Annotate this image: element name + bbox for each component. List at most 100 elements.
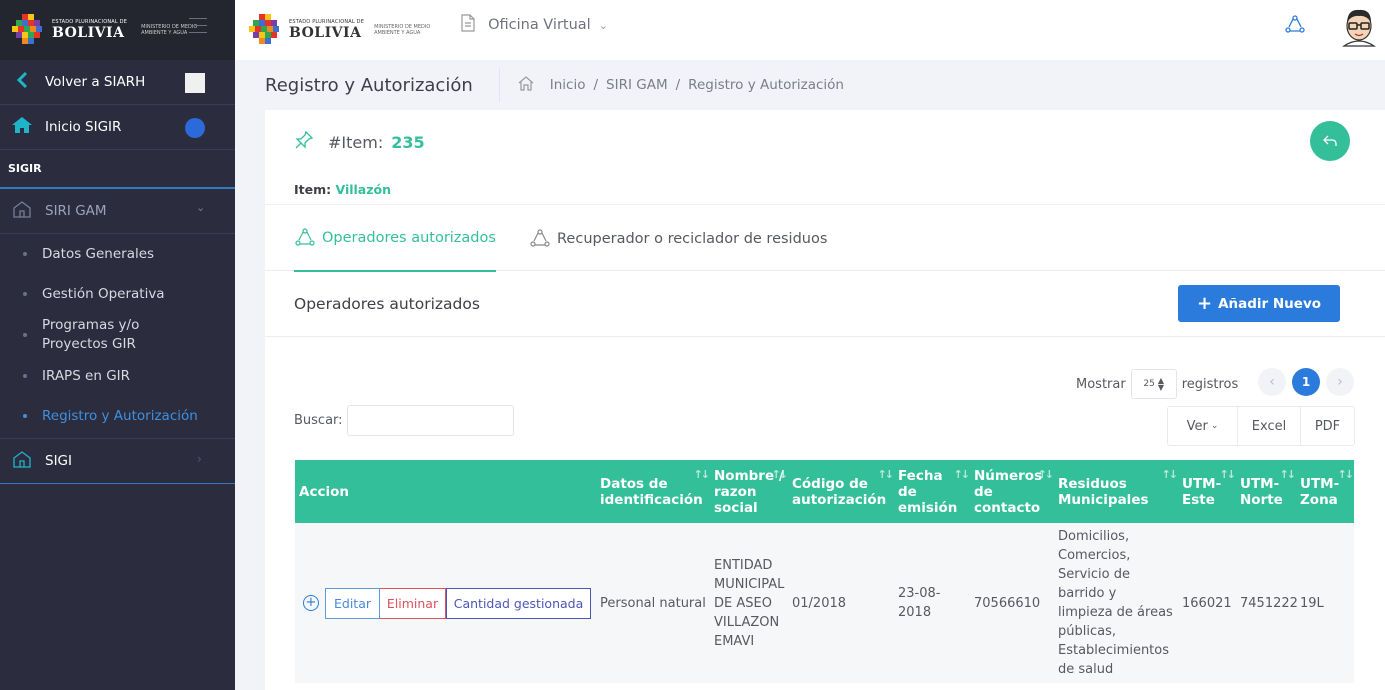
- ver-label: Ver: [1186, 418, 1208, 434]
- page-size-select[interactable]: 25 ▲ ▼: [1130, 369, 1177, 399]
- cell-utm-zona: 19L: [1300, 595, 1324, 611]
- sort-icon: ↑↓: [1219, 468, 1237, 481]
- sort-icon: ↑↓: [953, 468, 971, 481]
- col-header-accion[interactable]: Accion: [295, 460, 596, 523]
- col-header-datos[interactable]: Datos de identificación ↑↓: [596, 460, 710, 523]
- search-input[interactable]: [346, 405, 514, 436]
- column-visibility-button[interactable]: Ver ⌄: [1168, 407, 1238, 445]
- home-outline-icon: [8, 200, 36, 223]
- sidebar-header: ESTADO PLURINACIONAL DE BOLIVIA MINISTER…: [0, 0, 235, 60]
- breadcrumb-separator: /: [675, 77, 681, 93]
- logo-ministry-text: MINISTERIO DE MEDIO AMBIENTE Y AGUA: [374, 24, 431, 36]
- subheader: Registro y Autorización Inicio / SIRI GA…: [235, 60, 1385, 110]
- tab-recuperador[interactable]: Recuperador o reciclador de residuos: [529, 205, 827, 272]
- expand-row-icon[interactable]: +: [303, 595, 319, 611]
- sidebar-item-registro[interactable]: Registro y Autorización: [0, 396, 235, 436]
- blue-dot-badge: [185, 118, 205, 138]
- cell-fecha: 23-08-2018: [898, 586, 941, 620]
- cell-utm-este: 166021: [1182, 595, 1232, 611]
- edit-button[interactable]: Editar: [325, 587, 380, 619]
- back-button[interactable]: [1310, 121, 1350, 161]
- sidebar-item-inicio[interactable]: Inicio SIGIR: [0, 105, 235, 150]
- prev-page-button[interactable]: ‹: [1258, 368, 1286, 396]
- tab-label: Operadores autorizados: [322, 229, 496, 246]
- sort-caret-icon: ▲ ▼: [1157, 376, 1164, 392]
- quantity-button[interactable]: Cantidad gestionada: [446, 587, 591, 619]
- bolivia-emblem-icon: [249, 14, 279, 44]
- breadcrumb-siri-gam[interactable]: SIRI GAM: [606, 77, 668, 93]
- breadcrumb: Inicio / SIRI GAM / Registro y Autorizac…: [518, 75, 844, 95]
- chevron-down-icon: ⌄: [598, 18, 608, 32]
- excel-button[interactable]: Excel: [1238, 407, 1301, 445]
- section-title: Operadores autorizados: [294, 295, 480, 313]
- tab-operadores[interactable]: Operadores autorizados: [294, 205, 496, 272]
- breadcrumb-separator: /: [593, 77, 599, 93]
- sidebar-item-gestion-operativa[interactable]: Gestión Operativa: [0, 274, 235, 314]
- col-header-codigo[interactable]: Código de autorización ↑↓: [788, 460, 894, 523]
- sort-icon: ↑↓: [1337, 468, 1355, 481]
- pdf-button[interactable]: PDF: [1301, 407, 1354, 445]
- sidebar-item-iraps[interactable]: IRAPS en GIR: [0, 356, 235, 396]
- item-number: 235: [391, 132, 425, 152]
- sidebar-submenu: Datos Generales Gestión Operativa Progra…: [0, 234, 235, 439]
- breadcrumb-inicio[interactable]: Inicio: [550, 77, 586, 93]
- table-row: + Editar Eliminar Cantidad gestionada Pe…: [295, 523, 1354, 683]
- page-size-value: 25: [1143, 379, 1155, 389]
- page-title: Registro y Autorización: [265, 74, 473, 96]
- sidebar-group-sigi[interactable]: SIGI ›: [0, 439, 235, 484]
- tab-label: Recuperador o reciclador de residuos: [557, 230, 828, 247]
- home-icon: [8, 116, 36, 139]
- cell-codigo: 01/2018: [792, 595, 847, 611]
- bullet-icon: [23, 292, 27, 296]
- oficina-virtual-menu[interactable]: Oficina Virtual ⌄: [460, 14, 608, 36]
- current-page-button[interactable]: 1: [1292, 368, 1320, 396]
- sidebar-item-datos-generales[interactable]: Datos Generales: [0, 234, 235, 274]
- plus-icon: +: [1196, 292, 1213, 314]
- topbar: ESTADO PLURINACIONAL DE BOLIVIA MINISTER…: [235, 0, 1385, 60]
- search-label: Buscar:: [294, 413, 343, 428]
- add-new-button[interactable]: + Añadir Nuevo: [1178, 285, 1340, 322]
- sidebar-logo[interactable]: ESTADO PLURINACIONAL DE BOLIVIA MINISTER…: [10, 12, 216, 48]
- sort-icon: ↑↓: [693, 468, 711, 481]
- col-header-nombre[interactable]: Nombre / razon social ↑↓: [710, 460, 788, 523]
- cell-nombre: ENTIDAD MUNICIPAL DE ASEO VILLAZON EMAVI: [714, 557, 785, 649]
- delete-button[interactable]: Eliminar: [380, 587, 446, 619]
- item-hash-label: #Item:: [328, 132, 384, 152]
- sidebar-item-volver[interactable]: Volver a SIARH: [0, 60, 235, 105]
- user-avatar[interactable]: [1340, 6, 1378, 52]
- home-icon[interactable]: [518, 75, 534, 95]
- col-header-utm-zona[interactable]: UTM-Zona ↑↓: [1296, 460, 1354, 523]
- records-label: registros: [1181, 376, 1239, 392]
- sidebar-item-label: IRAPS en GIR: [42, 368, 131, 384]
- chevron-down-icon: ⌄: [1210, 421, 1219, 431]
- sort-icon: ↑↓: [1279, 468, 1297, 481]
- cell-residuos: Domicilios, Comercios, Servicio de barri…: [1058, 529, 1173, 677]
- chevron-down-icon: ⌄: [196, 201, 206, 214]
- recycle-icon: [530, 228, 550, 247]
- bullet-icon: [23, 252, 27, 256]
- sort-icon: ↑↓: [1161, 468, 1179, 481]
- topbar-logo[interactable]: ESTADO PLURINACIONAL DE BOLIVIA MINISTER…: [247, 12, 440, 48]
- recycle-icon[interactable]: [1284, 14, 1306, 40]
- next-page-button[interactable]: ›: [1326, 368, 1354, 396]
- col-header-utm-este[interactable]: UTM-Este ↑↓: [1178, 460, 1236, 523]
- white-square-icon: [185, 73, 205, 93]
- col-header-utm-norte[interactable]: UTM-Norte ↑↓: [1236, 460, 1296, 523]
- sort-icon: ↑↓: [771, 468, 789, 481]
- sidebar: ESTADO PLURINACIONAL DE BOLIVIA MINISTER…: [0, 0, 235, 690]
- col-header-contacto[interactable]: Números de contacto ↑↓: [970, 460, 1054, 523]
- pagination: ‹ 1 ›: [1258, 368, 1354, 396]
- breadcrumb-registro[interactable]: Registro y Autorización: [688, 77, 844, 93]
- cell-actions: + Editar Eliminar Cantidad gestionada: [295, 523, 596, 683]
- operadores-table: Accion Datos de identificación ↑↓ Nombre …: [295, 460, 1354, 683]
- sidebar-group-siri-gam[interactable]: SIRI GAM ⌄: [0, 189, 235, 234]
- sidebar-item-label: SIGI: [45, 453, 72, 469]
- sort-icon: ↑↓: [877, 468, 895, 481]
- section-header: Operadores autorizados + Añadir Nuevo: [265, 271, 1385, 337]
- sidebar-item-programas[interactable]: Programas y/o Proyectos GIR: [0, 314, 235, 356]
- sidebar-section-title: SIGIR: [0, 150, 235, 189]
- col-header-fecha[interactable]: Fecha de emisión ↑↓: [894, 460, 970, 523]
- hamburger-menu-icon[interactable]: [189, 18, 207, 39]
- add-new-label: Añadir Nuevo: [1218, 295, 1322, 312]
- col-header-residuos[interactable]: Residuos Municipales ↑↓: [1054, 460, 1178, 523]
